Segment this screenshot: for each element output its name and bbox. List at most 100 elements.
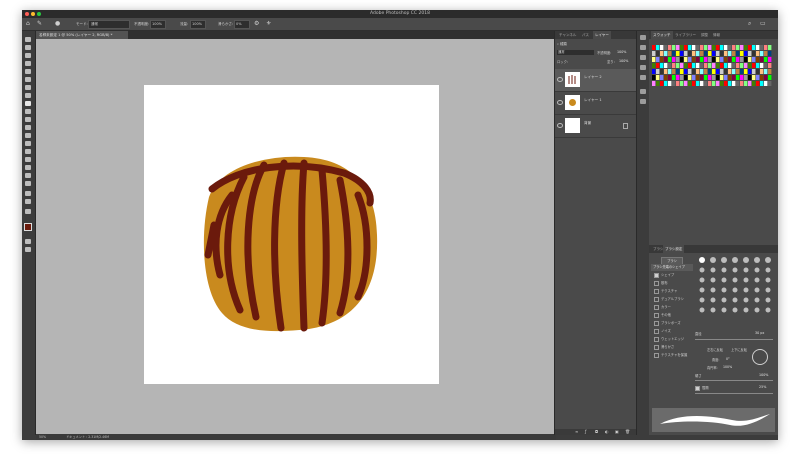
color-swatch[interactable] bbox=[704, 63, 708, 68]
color-swatch[interactable] bbox=[740, 75, 744, 80]
color-swatch[interactable] bbox=[660, 57, 664, 62]
tab-brush-settings[interactable]: ブラシ設定 bbox=[663, 245, 685, 253]
brush-tip-icon[interactable] bbox=[699, 287, 705, 293]
brush-option-texture[interactable]: テクスチャ bbox=[654, 288, 677, 295]
color-swatch[interactable] bbox=[684, 81, 688, 86]
brush-tip-icon[interactable] bbox=[721, 277, 727, 283]
color-swatch[interactable] bbox=[764, 75, 768, 80]
color-swatch[interactable] bbox=[668, 81, 672, 86]
color-swatch[interactable] bbox=[684, 51, 688, 56]
color-swatch[interactable] bbox=[696, 69, 700, 74]
quick-mask-icon[interactable] bbox=[25, 239, 31, 244]
pen-tool-icon[interactable] bbox=[25, 157, 31, 162]
color-swatch[interactable] bbox=[728, 57, 732, 62]
symmetry-icon[interactable]: ⚜ bbox=[266, 21, 271, 27]
color-swatch[interactable] bbox=[740, 45, 744, 50]
opacity-field[interactable]: 100% bbox=[150, 20, 166, 29]
color-swatch[interactable] bbox=[712, 63, 716, 68]
color-swatch[interactable] bbox=[656, 51, 660, 56]
swatches-panel-icon[interactable] bbox=[640, 45, 646, 50]
brush-tool-icon[interactable] bbox=[25, 101, 31, 106]
color-swatch[interactable] bbox=[728, 75, 732, 80]
color-swatch[interactable] bbox=[768, 69, 772, 74]
option-checkbox[interactable] bbox=[654, 304, 659, 310]
color-swatch[interactable] bbox=[664, 63, 668, 68]
color-swatch[interactable] bbox=[756, 57, 760, 62]
brush-tip-icon[interactable] bbox=[732, 297, 738, 303]
visibility-eye-icon[interactable] bbox=[557, 100, 563, 105]
path-select-tool-icon[interactable] bbox=[25, 173, 31, 178]
color-swatch[interactable] bbox=[692, 45, 696, 50]
color-swatch[interactable] bbox=[752, 75, 756, 80]
eraser-tool-icon[interactable] bbox=[25, 125, 31, 130]
color-swatch[interactable] bbox=[700, 69, 704, 74]
brush-tip-icon[interactable] bbox=[699, 277, 705, 283]
color-swatch[interactable] bbox=[708, 69, 712, 74]
color-swatch[interactable] bbox=[752, 51, 756, 56]
color-swatch[interactable] bbox=[724, 51, 728, 56]
color-swatch[interactable] bbox=[652, 75, 656, 80]
color-swatch[interactable] bbox=[732, 81, 736, 86]
brush-tip-icon[interactable] bbox=[743, 267, 749, 273]
color-swatch[interactable] bbox=[764, 57, 768, 62]
screen-mode-icon[interactable] bbox=[25, 247, 31, 252]
brush-tip-icon[interactable] bbox=[754, 267, 760, 273]
color-swatch[interactable] bbox=[672, 69, 676, 74]
color-swatch[interactable] bbox=[664, 57, 668, 62]
dodge-tool-icon[interactable] bbox=[25, 149, 31, 154]
color-swatch[interactable] bbox=[740, 57, 744, 62]
color-swatch[interactable] bbox=[728, 63, 732, 68]
color-swatch[interactable] bbox=[656, 75, 660, 80]
color-swatch[interactable] bbox=[728, 45, 732, 50]
history-panel-icon[interactable] bbox=[640, 75, 646, 80]
tab-info[interactable]: 情報 bbox=[711, 31, 722, 39]
spacing-toggle[interactable]: 間隔 bbox=[695, 385, 709, 391]
color-swatch[interactable] bbox=[720, 81, 724, 86]
color-swatch[interactable] bbox=[688, 81, 692, 86]
brush-tip-icon[interactable] bbox=[765, 287, 771, 293]
color-swatch[interactable] bbox=[744, 51, 748, 56]
color-swatch[interactable] bbox=[716, 69, 720, 74]
color-swatch[interactable] bbox=[704, 45, 708, 50]
color-swatch[interactable] bbox=[660, 45, 664, 50]
type-tool-icon[interactable] bbox=[25, 165, 31, 170]
adjustments-panel-icon[interactable] bbox=[640, 65, 646, 70]
color-swatch[interactable] bbox=[760, 57, 764, 62]
color-swatch[interactable] bbox=[680, 69, 684, 74]
color-swatch[interactable] bbox=[768, 45, 772, 50]
color-swatch[interactable] bbox=[744, 69, 748, 74]
hardness-value[interactable]: 100% bbox=[759, 373, 768, 377]
brush-tip-icon[interactable] bbox=[721, 307, 727, 313]
brush-option-noise[interactable]: ノイズ bbox=[654, 328, 671, 335]
brush-option-dual-brush[interactable]: デュアルブラシ bbox=[654, 296, 684, 303]
color-swatch[interactable] bbox=[660, 81, 664, 86]
tab-paths[interactable]: パス bbox=[580, 31, 591, 39]
tab-channels[interactable]: チャンネル bbox=[557, 31, 578, 39]
color-swatch[interactable] bbox=[720, 75, 724, 80]
eyedropper-tool-icon[interactable] bbox=[25, 85, 31, 90]
option-checkbox[interactable] bbox=[654, 344, 659, 350]
foreground-color-swatch[interactable] bbox=[24, 223, 32, 231]
color-swatch[interactable] bbox=[756, 69, 760, 74]
color-swatch[interactable] bbox=[740, 81, 744, 86]
color-swatch[interactable] bbox=[700, 57, 704, 62]
color-swatch[interactable] bbox=[696, 51, 700, 56]
crop-tool-icon[interactable] bbox=[25, 69, 31, 74]
color-swatch[interactable] bbox=[704, 81, 708, 86]
color-swatch[interactable] bbox=[740, 69, 744, 74]
brush-tip-icon[interactable] bbox=[743, 307, 749, 313]
color-swatch[interactable] bbox=[732, 51, 736, 56]
brush-tip-icon[interactable] bbox=[743, 277, 749, 283]
color-swatch[interactable] bbox=[716, 51, 720, 56]
spacing-checkbox[interactable] bbox=[695, 385, 700, 391]
color-swatch[interactable] bbox=[724, 81, 728, 86]
flip-y-label[interactable]: 上下に反転 bbox=[731, 347, 747, 352]
color-swatch[interactable] bbox=[704, 75, 708, 80]
color-swatch[interactable] bbox=[752, 81, 756, 86]
brush-option-smoothing[interactable]: 滑らかさ bbox=[654, 344, 674, 351]
flip-x-label[interactable]: 左右に反転 bbox=[707, 347, 723, 352]
brush-tip-shape-item[interactable]: ブラシ先端のシェイプ bbox=[651, 264, 693, 271]
zoom-tool-icon[interactable] bbox=[25, 199, 31, 204]
brush-tip-icon[interactable] bbox=[765, 307, 771, 313]
brush-tip-icon[interactable] bbox=[721, 257, 727, 263]
